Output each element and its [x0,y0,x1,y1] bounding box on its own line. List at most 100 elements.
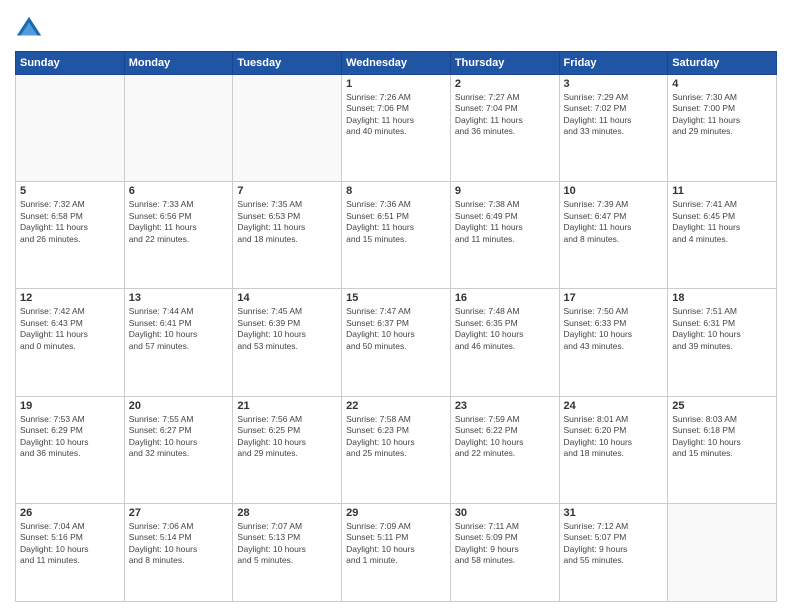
day-info: Sunrise: 7:32 AM Sunset: 6:58 PM Dayligh… [20,199,120,245]
calendar-cell: 7Sunrise: 7:35 AM Sunset: 6:53 PM Daylig… [233,182,342,289]
calendar-cell: 17 Sunrise: 7:50 AM Sunset: 6:33 PM Dayli… [559,289,668,396]
calendar-cell: 22 Sunrise: 7:58 AM Sunset: 6:23 PM Dayli… [342,396,451,503]
calendar-cell: 3Sunrise: 7:29 AM Sunset: 7:02 PM Daylig… [559,75,668,182]
day-info: Sunrise: 7:30 AM Sunset: 7:00 PM Dayligh… [672,92,772,138]
day-info: Sunrise: 7:56 AM Sunset: 6:25 PM Dayligh… [237,414,337,460]
calendar-cell: 15 Sunrise: 7:47 AM Sunset: 6:37 PM Dayli… [342,289,451,396]
day-info: Sunrise: 7:26 AM Sunset: 7:06 PM Dayligh… [346,92,446,138]
weekday-header-thursday: Thursday [450,52,559,75]
day-number: 31 [564,507,664,519]
day-number: 4 [672,78,772,90]
calendar-cell [233,75,342,182]
calendar-cell: 16Sunrise: 7:48 AM Sunset: 6:35 PM Dayli… [450,289,559,396]
day-info: Sunrise: 7:09 AM Sunset: 5:11 PM Dayligh… [346,521,446,567]
calendar-cell: 18 Sunrise: 7:51 AM Sunset: 6:31 PM Dayli… [668,289,777,396]
day-number: 20 [129,400,229,412]
calendar-week-5: 26 Sunrise: 7:04 AM Sunset: 5:16 PM Dayli… [16,503,777,601]
calendar-cell: 10 Sunrise: 7:39 AM Sunset: 6:47 PM Dayli… [559,182,668,289]
calendar-cell: 13 Sunrise: 7:44 AM Sunset: 6:41 PM Dayli… [124,289,233,396]
day-info: Sunrise: 7:07 AM Sunset: 5:13 PM Dayligh… [237,521,337,567]
calendar-cell: 14 Sunrise: 7:45 AM Sunset: 6:39 PM Dayli… [233,289,342,396]
day-info: Sunrise: 8:01 AM Sunset: 6:20 PM Dayligh… [564,414,664,460]
day-number: 13 [129,292,229,304]
day-info: Sunrise: 7:59 AM Sunset: 6:22 PM Dayligh… [455,414,555,460]
day-number: 8 [346,185,446,197]
day-number: 18 [672,292,772,304]
day-number: 12 [20,292,120,304]
day-number: 5 [20,185,120,197]
day-info: Sunrise: 7:39 AM Sunset: 6:47 PM Dayligh… [564,199,664,245]
logo-icon [15,15,43,43]
weekday-header-saturday: Saturday [668,52,777,75]
weekday-header-wednesday: Wednesday [342,52,451,75]
weekday-header-tuesday: Tuesday [233,52,342,75]
day-number: 29 [346,507,446,519]
day-info: Sunrise: 7:06 AM Sunset: 5:14 PM Dayligh… [129,521,229,567]
day-info: Sunrise: 7:48 AM Sunset: 6:35 PM Dayligh… [455,306,555,352]
calendar-cell: 31 Sunrise: 7:12 AM Sunset: 5:07 PM Dayli… [559,503,668,601]
day-number: 23 [455,400,555,412]
day-number: 2 [455,78,555,90]
day-info: Sunrise: 7:29 AM Sunset: 7:02 PM Dayligh… [564,92,664,138]
day-number: 27 [129,507,229,519]
day-number: 19 [20,400,120,412]
day-info: Sunrise: 7:33 AM Sunset: 6:56 PM Dayligh… [129,199,229,245]
day-number: 7 [237,185,337,197]
weekday-header-monday: Monday [124,52,233,75]
day-info: Sunrise: 7:11 AM Sunset: 5:09 PM Dayligh… [455,521,555,567]
day-info: Sunrise: 8:03 AM Sunset: 6:18 PM Dayligh… [672,414,772,460]
day-number: 28 [237,507,337,519]
calendar-cell [16,75,125,182]
calendar-cell: 21 Sunrise: 7:56 AM Sunset: 6:25 PM Dayli… [233,396,342,503]
calendar-cell [124,75,233,182]
calendar-week-3: 12 Sunrise: 7:42 AM Sunset: 6:43 PM Dayli… [16,289,777,396]
calendar-week-1: 1 Sunrise: 7:26 AM Sunset: 7:06 PM Daylig… [16,75,777,182]
day-info: Sunrise: 7:58 AM Sunset: 6:23 PM Dayligh… [346,414,446,460]
day-info: Sunrise: 7:36 AM Sunset: 6:51 PM Dayligh… [346,199,446,245]
calendar: SundayMondayTuesdayWednesdayThursdayFrid… [15,51,777,602]
day-info: Sunrise: 7:53 AM Sunset: 6:29 PM Dayligh… [20,414,120,460]
calendar-cell: 9Sunrise: 7:38 AM Sunset: 6:49 PM Daylig… [450,182,559,289]
day-info: Sunrise: 7:51 AM Sunset: 6:31 PM Dayligh… [672,306,772,352]
calendar-cell: 29 Sunrise: 7:09 AM Sunset: 5:11 PM Dayli… [342,503,451,601]
day-number: 14 [237,292,337,304]
day-info: Sunrise: 7:12 AM Sunset: 5:07 PM Dayligh… [564,521,664,567]
calendar-cell: 24 Sunrise: 8:01 AM Sunset: 6:20 PM Dayli… [559,396,668,503]
calendar-cell: 25 Sunrise: 8:03 AM Sunset: 6:18 PM Dayli… [668,396,777,503]
day-number: 21 [237,400,337,412]
day-info: Sunrise: 7:38 AM Sunset: 6:49 PM Dayligh… [455,199,555,245]
day-number: 25 [672,400,772,412]
weekday-header-friday: Friday [559,52,668,75]
logo [15,15,47,43]
day-number: 26 [20,507,120,519]
calendar-cell: 27 Sunrise: 7:06 AM Sunset: 5:14 PM Dayli… [124,503,233,601]
calendar-cell: 4 Sunrise: 7:30 AM Sunset: 7:00 PM Daylig… [668,75,777,182]
day-number: 1 [346,78,446,90]
weekday-header-sunday: Sunday [16,52,125,75]
calendar-cell: 2Sunrise: 7:27 AM Sunset: 7:04 PM Daylig… [450,75,559,182]
calendar-cell: 23 Sunrise: 7:59 AM Sunset: 6:22 PM Dayli… [450,396,559,503]
day-info: Sunrise: 7:47 AM Sunset: 6:37 PM Dayligh… [346,306,446,352]
day-number: 15 [346,292,446,304]
day-number: 22 [346,400,446,412]
calendar-cell: 11Sunrise: 7:41 AM Sunset: 6:45 PM Dayli… [668,182,777,289]
calendar-cell: 19 Sunrise: 7:53 AM Sunset: 6:29 PM Dayli… [16,396,125,503]
day-number: 10 [564,185,664,197]
day-info: Sunrise: 7:42 AM Sunset: 6:43 PM Dayligh… [20,306,120,352]
day-info: Sunrise: 7:44 AM Sunset: 6:41 PM Dayligh… [129,306,229,352]
calendar-cell: 8 Sunrise: 7:36 AM Sunset: 6:51 PM Daylig… [342,182,451,289]
calendar-cell: 20Sunrise: 7:55 AM Sunset: 6:27 PM Dayli… [124,396,233,503]
day-number: 24 [564,400,664,412]
calendar-week-2: 5 Sunrise: 7:32 AM Sunset: 6:58 PM Daylig… [16,182,777,289]
day-number: 30 [455,507,555,519]
day-info: Sunrise: 7:45 AM Sunset: 6:39 PM Dayligh… [237,306,337,352]
day-info: Sunrise: 7:50 AM Sunset: 6:33 PM Dayligh… [564,306,664,352]
calendar-cell [668,503,777,601]
page: SundayMondayTuesdayWednesdayThursdayFrid… [0,0,792,612]
day-info: Sunrise: 7:04 AM Sunset: 5:16 PM Dayligh… [20,521,120,567]
calendar-cell: 6 Sunrise: 7:33 AM Sunset: 6:56 PM Daylig… [124,182,233,289]
day-number: 6 [129,185,229,197]
calendar-cell: 1 Sunrise: 7:26 AM Sunset: 7:06 PM Daylig… [342,75,451,182]
calendar-cell: 12 Sunrise: 7:42 AM Sunset: 6:43 PM Dayli… [16,289,125,396]
day-number: 17 [564,292,664,304]
